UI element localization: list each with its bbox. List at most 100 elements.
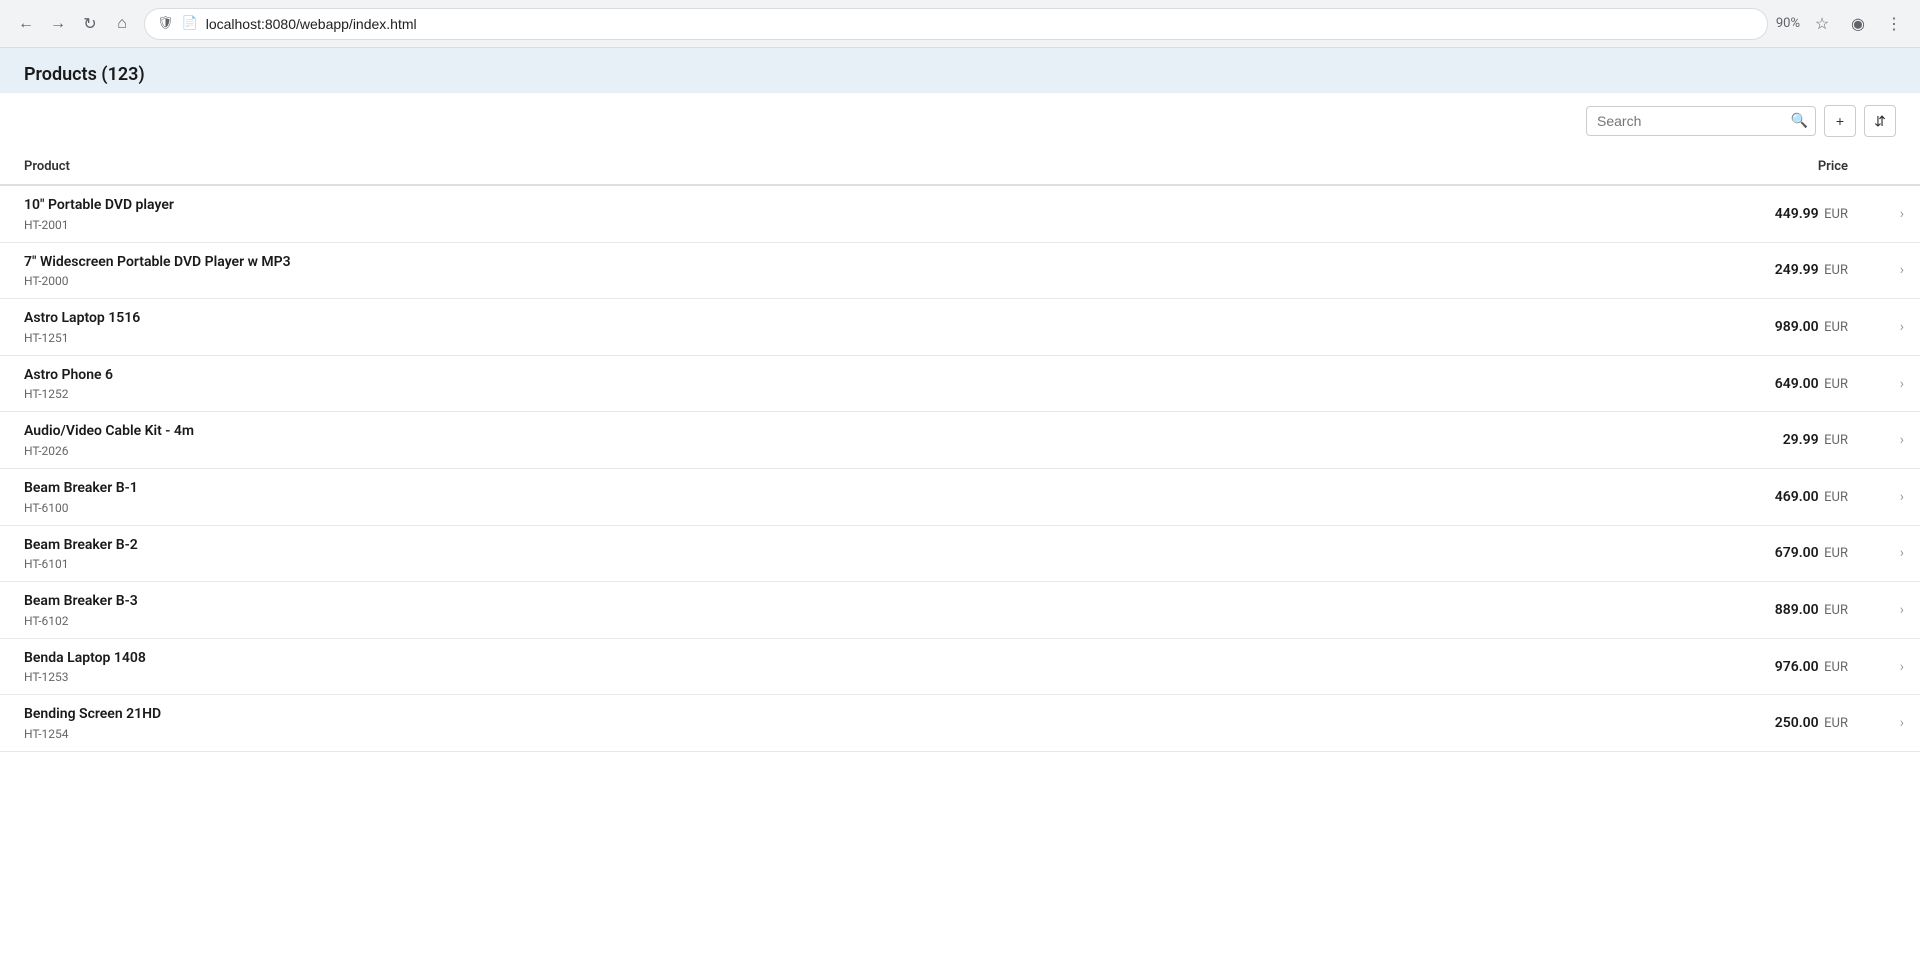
product-name: Audio/Video Cable Kit - 4m xyxy=(24,422,1406,442)
forward-button[interactable]: → xyxy=(44,10,72,38)
product-id: HT-1253 xyxy=(24,670,1406,684)
product-name: Beam Breaker B-2 xyxy=(24,536,1406,556)
table-row[interactable]: Bending Screen 21HD HT-1254 250.00 EUR › xyxy=(0,695,1920,752)
table-row[interactable]: Beam Breaker B-2 HT-6101 679.00 EUR › xyxy=(0,525,1920,582)
browser-right-controls: 90% ☆ ◉ ⋮ xyxy=(1776,10,1908,38)
table-row[interactable]: Benda Laptop 1408 HT-1253 976.00 EUR › xyxy=(0,638,1920,695)
product-table: Product Price 10" Portable DVD player HT… xyxy=(0,149,1920,752)
table-row[interactable]: Astro Laptop 1516 HT-1251 989.00 EUR › xyxy=(0,299,1920,356)
chevron-right-icon: › xyxy=(1900,206,1904,222)
menu-button[interactable]: ⋮ xyxy=(1880,10,1908,38)
price-currency: EUR xyxy=(1824,433,1848,448)
product-column-header: Product xyxy=(0,149,1430,185)
product-id: HT-6101 xyxy=(24,557,1406,571)
row-chevron: › xyxy=(1872,468,1920,525)
product-id: HT-2000 xyxy=(24,274,1406,288)
product-name: Benda Laptop 1408 xyxy=(24,649,1406,669)
row-chevron: › xyxy=(1872,638,1920,695)
product-table-body: 10" Portable DVD player HT-2001 449.99 E… xyxy=(0,185,1920,751)
product-id: HT-6102 xyxy=(24,614,1406,628)
nav-buttons: ← → ↻ ⌂ xyxy=(12,10,136,38)
page-title: Products (123) xyxy=(24,64,1896,85)
chevron-right-icon: › xyxy=(1900,659,1904,675)
row-chevron: › xyxy=(1872,355,1920,412)
table-row[interactable]: 7" Widescreen Portable DVD Player w MP3 … xyxy=(0,242,1920,299)
price-amount: 449.99 xyxy=(1775,206,1819,222)
product-name: Astro Phone 6 xyxy=(24,366,1406,386)
product-cell: Benda Laptop 1408 HT-1253 xyxy=(0,638,1430,695)
price-column-header: Price xyxy=(1430,149,1872,185)
chevron-right-icon: › xyxy=(1900,545,1904,561)
table-row[interactable]: 10" Portable DVD player HT-2001 449.99 E… xyxy=(0,185,1920,242)
table-row[interactable]: Astro Phone 6 HT-1252 649.00 EUR › xyxy=(0,355,1920,412)
shield-button[interactable]: ◉ xyxy=(1844,10,1872,38)
price-cell: 449.99 EUR xyxy=(1430,185,1872,242)
header-row: Product Price xyxy=(0,149,1920,185)
price-amount: 649.00 xyxy=(1775,376,1819,392)
page-header: Products (123) xyxy=(0,48,1920,93)
product-name: Bending Screen 21HD xyxy=(24,705,1406,725)
chevron-right-icon: › xyxy=(1900,432,1904,448)
chevron-right-icon: › xyxy=(1900,715,1904,731)
row-chevron: › xyxy=(1872,695,1920,752)
price-amount: 889.00 xyxy=(1775,602,1819,618)
row-chevron: › xyxy=(1872,185,1920,242)
price-currency: EUR xyxy=(1824,603,1848,618)
page-icon: 📄 xyxy=(182,16,198,31)
add-button[interactable]: + xyxy=(1824,105,1856,137)
price-cell: 469.00 EUR xyxy=(1430,468,1872,525)
price-amount: 469.00 xyxy=(1775,489,1819,505)
price-cell: 976.00 EUR xyxy=(1430,638,1872,695)
chevron-right-icon: › xyxy=(1900,262,1904,278)
row-chevron: › xyxy=(1872,412,1920,469)
product-name: Beam Breaker B-3 xyxy=(24,592,1406,612)
price-currency: EUR xyxy=(1824,660,1848,675)
price-currency: EUR xyxy=(1824,207,1848,222)
price-cell: 889.00 EUR xyxy=(1430,582,1872,639)
price-cell: 249.99 EUR xyxy=(1430,242,1872,299)
price-amount: 249.99 xyxy=(1775,262,1819,278)
product-name: Astro Laptop 1516 xyxy=(24,309,1406,329)
price-cell: 649.00 EUR xyxy=(1430,355,1872,412)
product-cell: 10" Portable DVD player HT-2001 xyxy=(0,185,1430,242)
product-name: 7" Widescreen Portable DVD Player w MP3 xyxy=(24,253,1406,273)
product-id: HT-2026 xyxy=(24,444,1406,458)
table-row[interactable]: Audio/Video Cable Kit - 4m HT-2026 29.99… xyxy=(0,412,1920,469)
back-button[interactable]: ← xyxy=(12,10,40,38)
chevron-column-header xyxy=(1872,149,1920,185)
product-cell: Bending Screen 21HD HT-1254 xyxy=(0,695,1430,752)
table-row[interactable]: Beam Breaker B-1 HT-6100 469.00 EUR › xyxy=(0,468,1920,525)
product-name: Beam Breaker B-1 xyxy=(24,479,1406,499)
product-cell: Audio/Video Cable Kit - 4m HT-2026 xyxy=(0,412,1430,469)
bookmark-button[interactable]: ☆ xyxy=(1808,10,1836,38)
price-cell: 989.00 EUR xyxy=(1430,299,1872,356)
price-currency: EUR xyxy=(1824,377,1848,392)
refresh-button[interactable]: ↻ xyxy=(76,10,104,38)
chevron-right-icon: › xyxy=(1900,319,1904,335)
price-currency: EUR xyxy=(1824,716,1848,731)
search-input[interactable] xyxy=(1586,106,1816,136)
page-content: Products (123) 🔍 + ⇵ Product Price 10" P… xyxy=(0,48,1920,968)
product-id: HT-1254 xyxy=(24,727,1406,741)
row-chevron: › xyxy=(1872,582,1920,639)
url-input[interactable] xyxy=(206,16,1755,32)
chevron-right-icon: › xyxy=(1900,602,1904,618)
price-cell: 250.00 EUR xyxy=(1430,695,1872,752)
home-button[interactable]: ⌂ xyxy=(108,10,136,38)
table-row[interactable]: Beam Breaker B-3 HT-6102 889.00 EUR › xyxy=(0,582,1920,639)
price-cell: 29.99 EUR xyxy=(1430,412,1872,469)
row-chevron: › xyxy=(1872,242,1920,299)
sort-button[interactable]: ⇵ xyxy=(1864,105,1896,137)
browser-chrome: ← → ↻ ⌂ 🛡 📄 90% ☆ ◉ ⋮ xyxy=(0,0,1920,48)
price-currency: EUR xyxy=(1824,320,1848,335)
address-bar[interactable]: 🛡 📄 xyxy=(144,8,1768,40)
product-cell: Astro Phone 6 HT-1252 xyxy=(0,355,1430,412)
price-amount: 29.99 xyxy=(1783,432,1819,448)
table-header: Product Price xyxy=(0,149,1920,185)
chevron-right-icon: › xyxy=(1900,489,1904,505)
row-chevron: › xyxy=(1872,299,1920,356)
price-amount: 250.00 xyxy=(1775,715,1819,731)
product-cell: Beam Breaker B-1 HT-6100 xyxy=(0,468,1430,525)
security-icon: 🛡 xyxy=(157,16,174,31)
sort-icon: ⇵ xyxy=(1874,113,1886,130)
